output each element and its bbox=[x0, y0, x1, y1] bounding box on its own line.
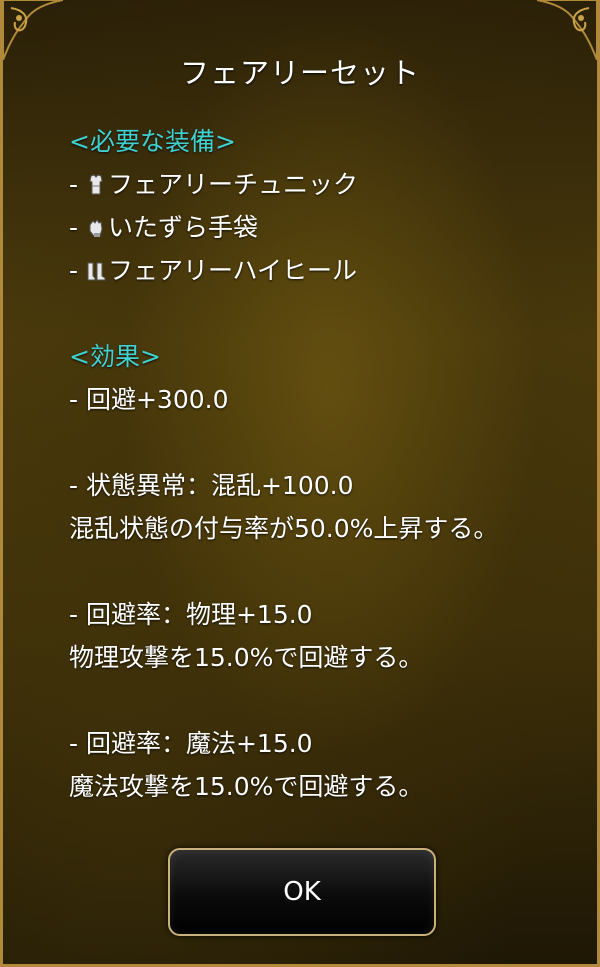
tunic-icon bbox=[89, 174, 103, 195]
effect-line: - 状態異常：混乱+100.0 bbox=[69, 471, 354, 500]
equipment-name: フェアリーハイヒール bbox=[107, 256, 357, 285]
effect-heading: <効果> bbox=[69, 342, 161, 371]
equipment-item: - フェアリーチュニック bbox=[69, 163, 539, 206]
list-prefix: - bbox=[69, 213, 86, 242]
dialog-title: フェアリーセット bbox=[179, 56, 420, 90]
dialog-content[interactable]: <必要な装備> - フェアリーチュニック - いたずら手袋 - フェアリーハイヒ… bbox=[69, 120, 539, 820]
equipment-item: - フェアリーハイヒール bbox=[69, 249, 539, 292]
effect-description: 魔法攻撃を15.0%で回避する。 bbox=[69, 772, 424, 801]
ok-button[interactable]: OK bbox=[168, 848, 436, 936]
set-bonus-dialog: フェアリーセット <必要な装備> - フェアリーチュニック - いたずら手袋 -… bbox=[0, 0, 600, 967]
required-equipment-heading: <必要な装備> bbox=[69, 127, 236, 156]
effect-line: - 回避率：魔法+15.0 bbox=[69, 729, 313, 758]
glove-icon bbox=[89, 219, 103, 237]
effect-description: 混乱状態の付与率が50.0%上昇する。 bbox=[69, 514, 499, 543]
equipment-name: いたずら手袋 bbox=[107, 213, 258, 242]
boots-icon bbox=[87, 262, 106, 281]
list-prefix: - bbox=[69, 256, 86, 285]
equipment-item: - いたずら手袋 bbox=[69, 206, 539, 249]
effect-line: - 回避+300.0 bbox=[69, 385, 229, 414]
effect-line: - 回避率：物理+15.0 bbox=[69, 600, 313, 629]
equipment-name: フェアリーチュニック bbox=[107, 170, 358, 199]
list-prefix: - bbox=[69, 170, 86, 199]
effect-description: 物理攻撃を15.0%で回避する。 bbox=[69, 643, 424, 672]
